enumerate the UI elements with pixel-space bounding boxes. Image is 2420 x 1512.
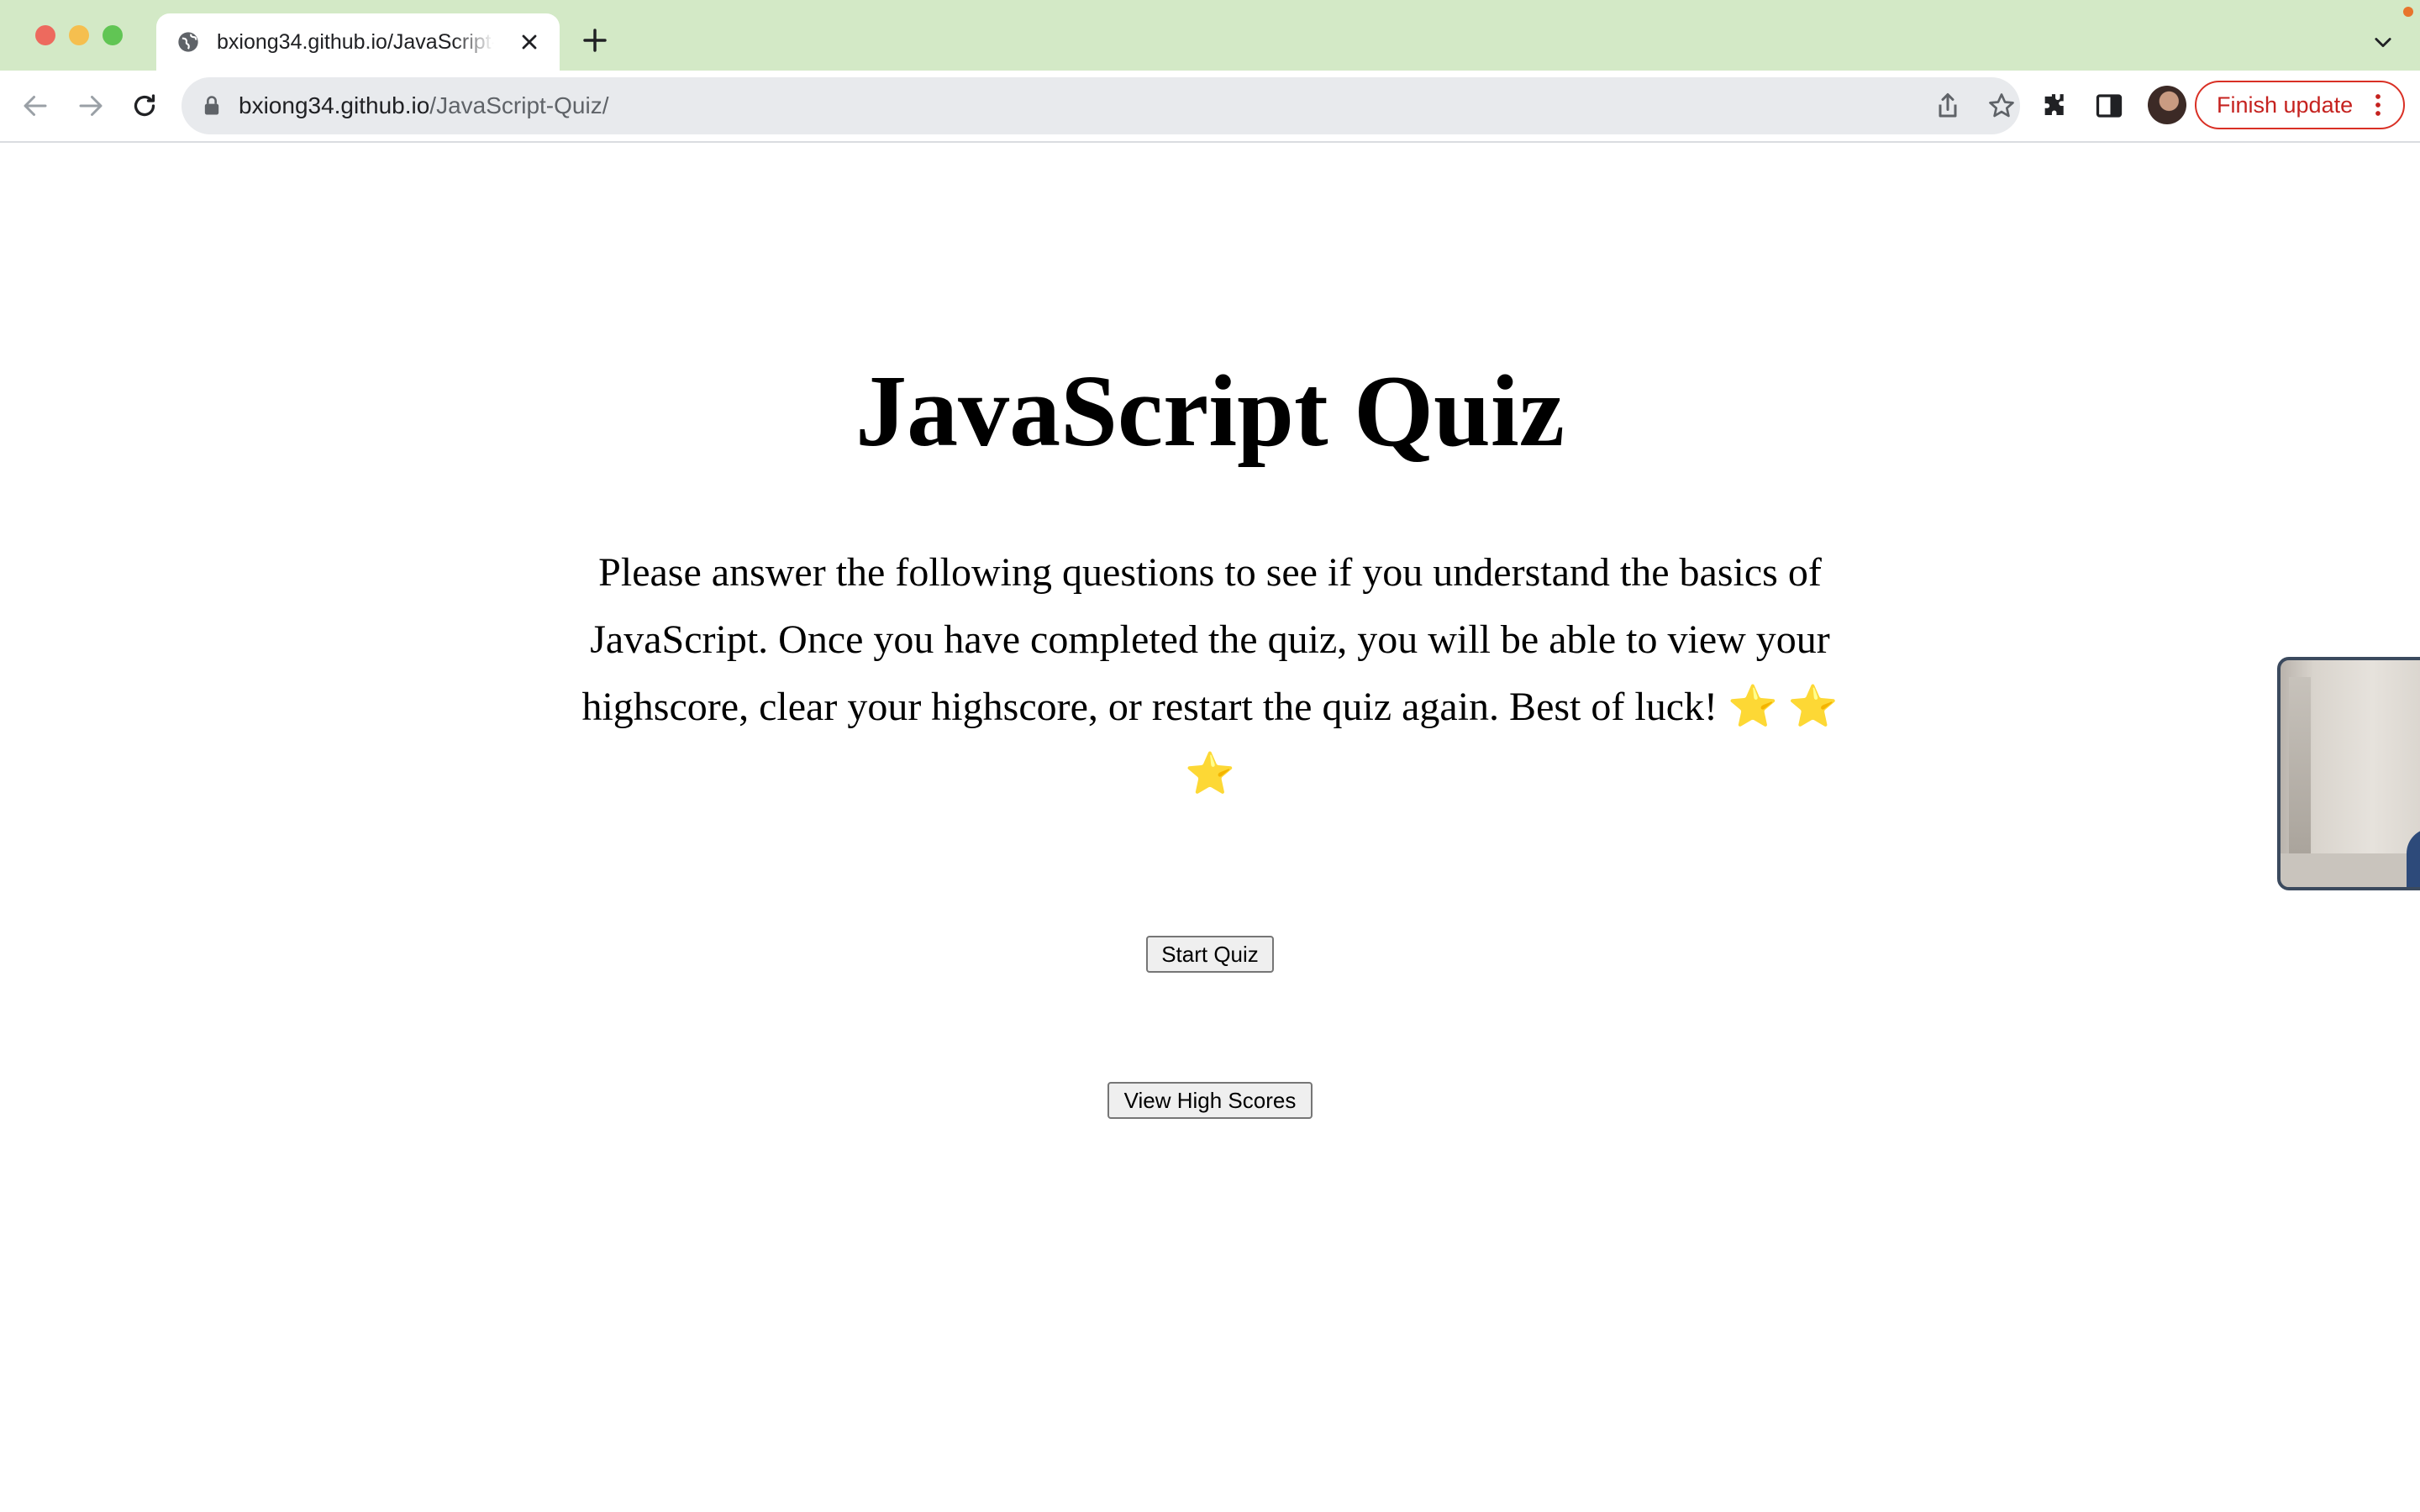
back-arrow-icon[interactable]: [20, 91, 50, 121]
browser-toolbar: bxiong34.github.io/JavaScript-Quiz/ Fini…: [0, 71, 2420, 143]
camera-scene-person: [2407, 828, 2420, 887]
chevron-down-icon[interactable]: [2371, 30, 2395, 54]
update-indicator-dot: [2403, 7, 2413, 17]
camera-scene-floor: [2281, 853, 2420, 887]
close-window-button[interactable]: [35, 25, 55, 45]
url-text[interactable]: bxiong34.github.io/JavaScript-Quiz/: [239, 92, 608, 120]
view-high-scores-button[interactable]: View High Scores: [1107, 1082, 1313, 1119]
new-tab-icon[interactable]: [581, 27, 608, 54]
address-bar[interactable]: bxiong34.github.io/JavaScript-Quiz/: [182, 77, 2020, 134]
side-panel-icon[interactable]: [2094, 91, 2124, 121]
reload-icon[interactable]: [129, 91, 160, 121]
profile-avatar[interactable]: [2148, 86, 2186, 124]
start-quiz-button[interactable]: Start Quiz: [1146, 936, 1274, 973]
url-path: /JavaScript-Quiz/: [429, 92, 609, 118]
globe-icon: [178, 32, 198, 52]
bookmark-star-icon[interactable]: [1986, 91, 2017, 121]
page-title: JavaScript Quiz: [855, 354, 1565, 468]
browser-window: bxiong34.github.io/JavaScript-Quiz/: [0, 0, 2420, 1512]
tab-title: bxiong34.github.io/JavaScript-Quiz/: [217, 30, 494, 54]
lock-icon[interactable]: [200, 94, 224, 118]
more-vert-icon: [2375, 94, 2381, 116]
close-tab-icon[interactable]: [518, 30, 541, 54]
minimize-window-button[interactable]: [69, 25, 89, 45]
quiz-intro-text: Please answer the following questions to…: [581, 550, 1839, 796]
tab-strip: bxiong34.github.io/JavaScript-Quiz/: [0, 0, 2420, 71]
finish-update-label: Finish update: [2217, 92, 2354, 118]
camera-preview[interactable]: [2277, 657, 2420, 890]
extensions-puzzle-icon[interactable]: [2040, 91, 2070, 121]
page-content: JavaScript Quiz Please answer the follow…: [0, 143, 2420, 1512]
camera-scene-door: [2289, 677, 2311, 853]
browser-tab[interactable]: bxiong34.github.io/JavaScript-Quiz/: [156, 13, 560, 71]
forward-arrow-icon[interactable]: [76, 91, 106, 121]
share-icon[interactable]: [1933, 91, 1963, 121]
finish-update-button[interactable]: Finish update: [2195, 81, 2405, 129]
maximize-window-button[interactable]: [103, 25, 123, 45]
url-host: bxiong34.github.io: [239, 92, 430, 118]
